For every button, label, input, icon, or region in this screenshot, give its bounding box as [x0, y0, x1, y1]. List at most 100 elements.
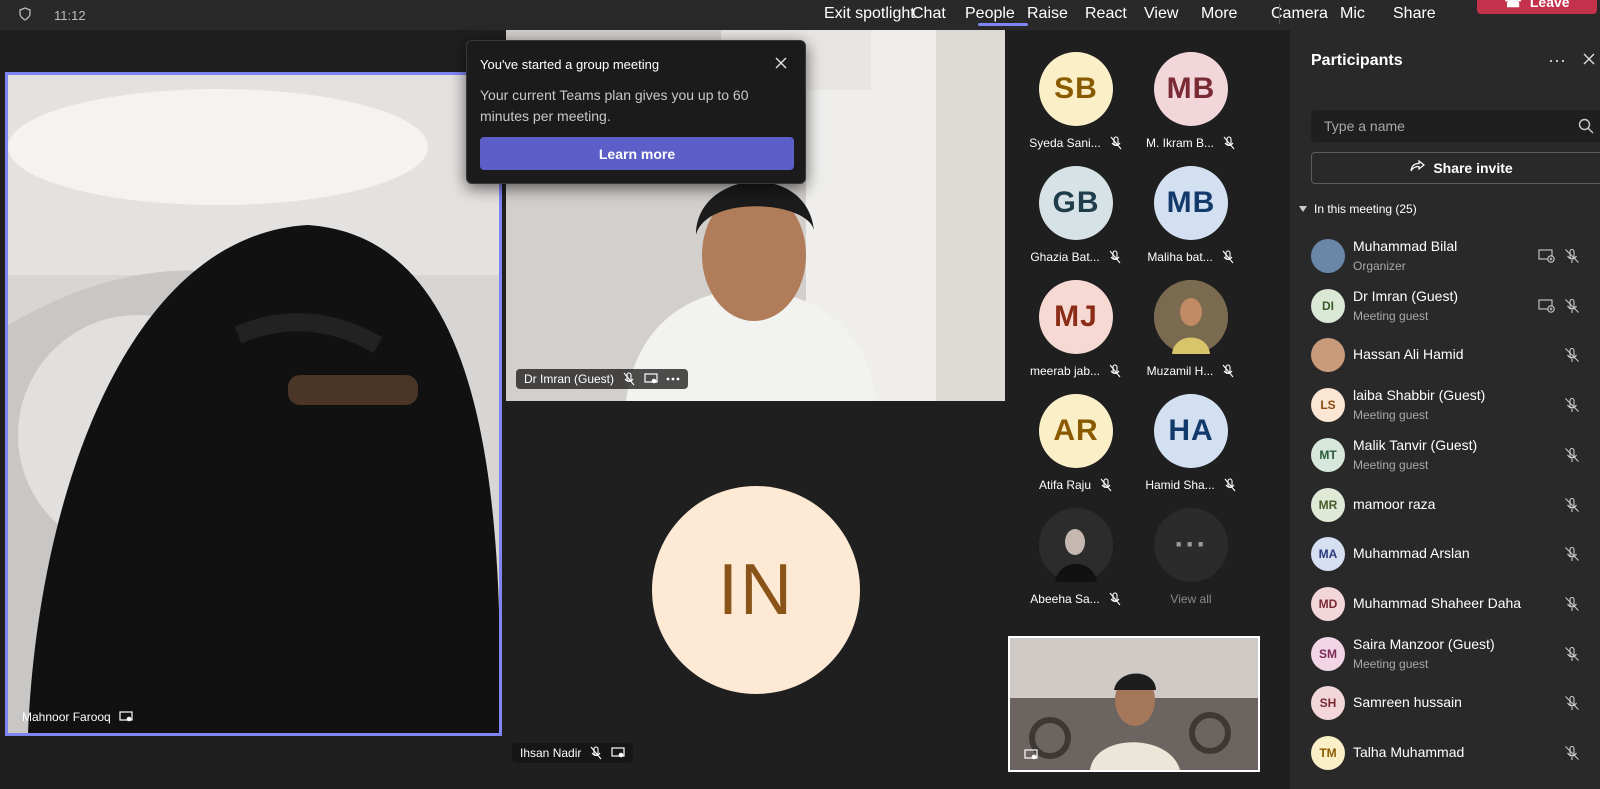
list-item[interactable]: MA Muhammad Arslan — [1311, 530, 1600, 580]
screen-share-icon — [644, 372, 658, 386]
gallery-tile[interactable]: Muzamil H... — [1133, 280, 1249, 396]
participant-name-chip: Dr Imran (Guest) — [516, 369, 689, 389]
mic-off-icon[interactable] — [1564, 447, 1580, 463]
chat-button[interactable]: Chat — [912, 5, 946, 23]
participants-panel: Participants ··· Share invite In this me… — [1290, 30, 1600, 789]
mic-off-icon[interactable] — [1564, 695, 1580, 711]
participant-name-chip: Mahnoor Farooq — [14, 707, 141, 727]
chevron-down-icon — [1298, 202, 1308, 216]
more-button[interactable]: More — [1201, 5, 1237, 23]
mic-off-icon — [1099, 478, 1113, 492]
mic-off-icon — [622, 372, 636, 386]
list-item[interactable]: SM Saira Manzoor (Guest) Meeting guest — [1311, 630, 1600, 680]
participant-name: Ghazia Bat... — [1030, 250, 1100, 264]
avatar-initials: MD — [1318, 596, 1338, 611]
gallery-tile[interactable]: HA Hamid Sha... — [1133, 394, 1249, 510]
exit-spotlight-button[interactable]: Exit spotlight — [824, 5, 915, 23]
gallery-tile[interactable]: GB Ghazia Bat... — [1018, 166, 1134, 282]
mic-off-icon[interactable] — [1564, 745, 1580, 761]
avatar — [1311, 239, 1345, 273]
avatar-initials: MB — [1166, 186, 1216, 219]
avatar: MA — [1311, 537, 1345, 572]
avatar: LS — [1311, 388, 1345, 423]
list-item[interactable]: LS laiba Shabbir (Guest) Meeting guest — [1311, 381, 1600, 431]
gallery-tile[interactable]: MB Maliha bat... — [1133, 166, 1249, 282]
mic-off-icon — [589, 746, 603, 760]
more-options-icon[interactable] — [666, 372, 680, 386]
close-icon[interactable] — [773, 55, 789, 71]
list-item[interactable]: MR mamoor raza — [1311, 481, 1600, 531]
gallery-tile[interactable]: ··· View all — [1133, 508, 1249, 624]
avatar: GB — [1039, 166, 1113, 240]
list-item[interactable]: DI Dr Imran (Guest) Meeting guest — [1311, 282, 1600, 332]
participant-name: mamoor raza — [1353, 495, 1436, 512]
search-input[interactable] — [1311, 110, 1600, 142]
raise-hand-button[interactable]: Raise — [1027, 5, 1068, 23]
view-button[interactable]: View — [1144, 5, 1178, 23]
search-icon[interactable] — [1578, 118, 1594, 134]
gallery-tile[interactable]: Abeeha Sa... — [1018, 508, 1134, 624]
mic-off-icon[interactable] — [1564, 248, 1580, 264]
mic-off-icon[interactable] — [1564, 397, 1580, 413]
screen-share-icon — [1538, 298, 1556, 314]
screen-share-icon — [1538, 248, 1556, 264]
list-item[interactable]: SH Samreen hussain — [1311, 679, 1600, 729]
people-button[interactable]: People — [965, 5, 1015, 23]
avatar-initials: SM — [1319, 646, 1337, 661]
react-button[interactable]: React — [1085, 5, 1127, 23]
mic-off-icon — [1109, 136, 1123, 150]
participant-role: Organizer — [1353, 259, 1406, 273]
avatar: SH — [1311, 686, 1345, 721]
share-icon — [1409, 159, 1426, 178]
gallery-tile[interactable]: MB M. Ikram B... — [1133, 52, 1249, 168]
avatar-initials: SH — [1319, 696, 1337, 711]
leave-button[interactable]: ☎ Leave — [1477, 0, 1597, 14]
gallery-label: Maliha bat... — [1133, 250, 1249, 264]
share-invite-button[interactable]: Share invite — [1311, 152, 1600, 184]
avatar-initials: TM — [1319, 746, 1337, 760]
close-icon[interactable] — [1582, 52, 1596, 66]
avatar-initials: GB — [1052, 186, 1100, 219]
share-invite-label: Share invite — [1433, 160, 1513, 176]
list-item[interactable]: TM Talha Muhammad — [1311, 729, 1600, 779]
more-options-icon[interactable]: ··· — [1548, 50, 1566, 71]
avatar: SM — [1311, 636, 1345, 671]
gallery-label: Hamid Sha... — [1133, 478, 1249, 492]
list-item[interactable]: Muhammad Bilal Organizer — [1311, 232, 1600, 282]
share-button[interactable]: Share — [1393, 5, 1436, 23]
gallery-tile[interactable]: MJ meerab jab... — [1018, 280, 1134, 396]
gallery-label: Syeda Sani... — [1018, 136, 1134, 150]
avatar: MB — [1154, 52, 1228, 126]
video-tile-ihsan-nadir[interactable]: IN Ihsan Nadir — [506, 405, 1005, 789]
gallery-label: View all — [1133, 592, 1249, 606]
participant-name: Samreen hussain — [1353, 694, 1462, 711]
mic-button[interactable]: Mic — [1340, 5, 1365, 23]
self-view-tile[interactable] — [1008, 636, 1260, 772]
list-item[interactable]: MT Malik Tanvir (Guest) Meeting guest — [1311, 431, 1600, 481]
screen-share-icon — [611, 746, 625, 760]
gallery-tile[interactable]: SB Syeda Sani... — [1018, 52, 1134, 168]
mic-off-icon[interactable] — [1564, 497, 1580, 513]
participant-name: Dr Imran (Guest) — [524, 372, 615, 386]
mic-off-icon[interactable] — [1564, 596, 1580, 612]
gallery-tile[interactable]: AR Atifa Raju — [1018, 394, 1134, 510]
participant-name: Hamid Sha... — [1145, 478, 1215, 492]
gallery-label: meerab jab... — [1018, 364, 1134, 378]
learn-more-button[interactable]: Learn more — [480, 137, 794, 170]
mic-off-icon[interactable] — [1564, 347, 1580, 363]
mic-off-icon — [1221, 250, 1235, 264]
in-meeting-section-toggle[interactable]: In this meeting (25) — [1298, 202, 1417, 216]
mic-off-icon[interactable] — [1564, 646, 1580, 662]
mic-off-icon[interactable] — [1564, 298, 1580, 314]
avatar-initials: SB — [1054, 72, 1098, 105]
participant-name[interactable]: View all — [1170, 592, 1211, 606]
list-item[interactable]: MD Muhammad Shaheer Daha — [1311, 580, 1600, 630]
avatar: HA — [1154, 394, 1228, 468]
spotlight-video-tile[interactable]: Mahnoor Farooq — [5, 72, 502, 736]
participant-name-chip: Ihsan Nadir — [512, 743, 634, 763]
participant-role: Meeting guest — [1353, 656, 1429, 671]
list-item[interactable]: Hassan Ali Hamid — [1311, 331, 1600, 381]
participant-name: Malik Tanvir (Guest) — [1353, 436, 1478, 453]
mic-off-icon[interactable] — [1564, 546, 1580, 562]
participant-name: Saira Manzoor (Guest) — [1353, 635, 1495, 652]
